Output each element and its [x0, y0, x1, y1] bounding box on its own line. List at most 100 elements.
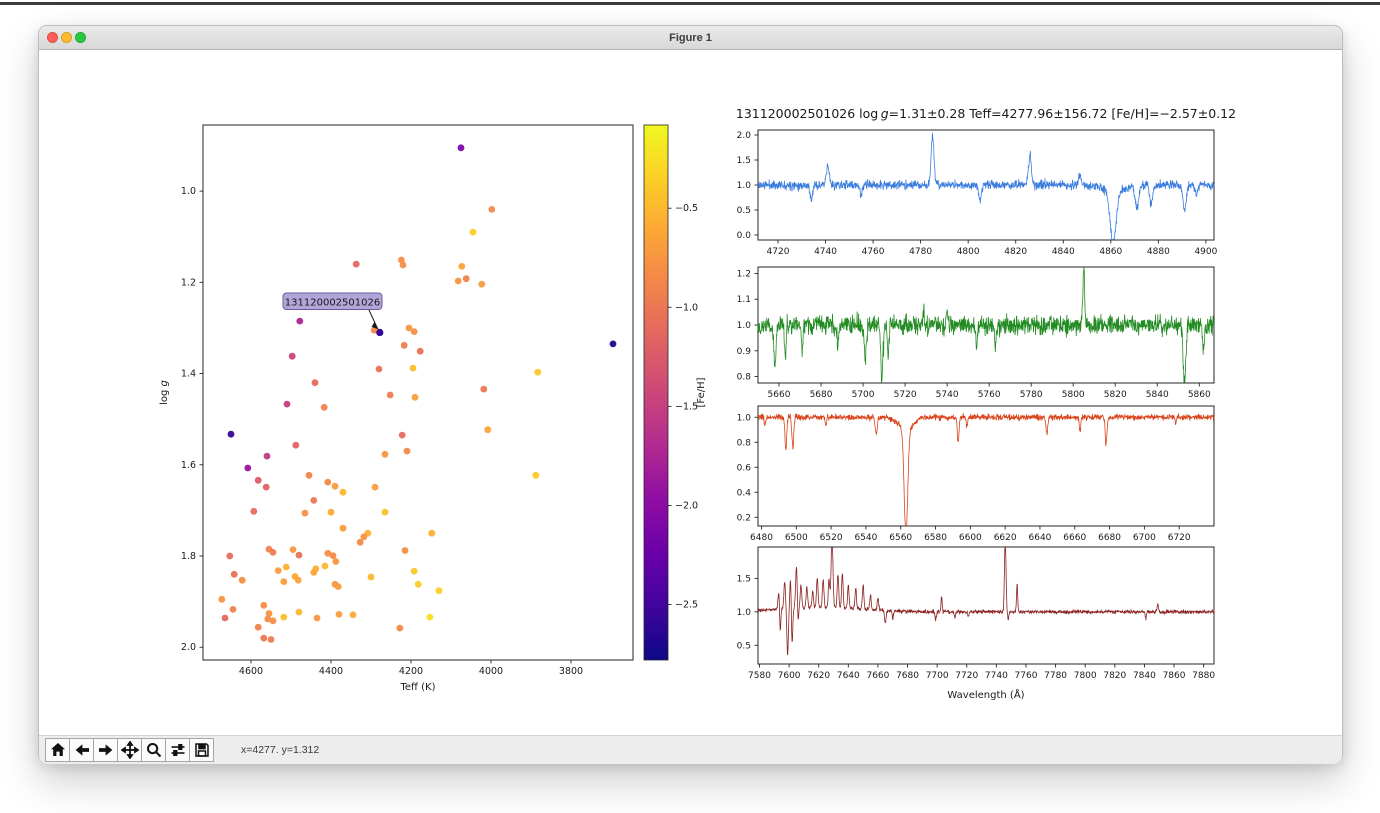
scatter-point[interactable]	[382, 451, 389, 458]
toolbar-home-button[interactable]	[45, 738, 70, 762]
scatter-point[interactable]	[480, 386, 487, 393]
scatter-point[interactable]	[270, 549, 277, 556]
scatter-point[interactable]	[264, 453, 271, 460]
scatter-point[interactable]	[330, 552, 337, 559]
scatter-point[interactable]	[336, 611, 343, 618]
scatter-point[interactable]	[458, 144, 465, 151]
scatter-point[interactable]	[231, 571, 238, 578]
toolbar-back-button[interactable]	[69, 738, 94, 762]
scatter-point[interactable]	[324, 479, 331, 486]
scatter-point[interactable]	[310, 497, 317, 504]
scatter-point[interactable]	[296, 318, 303, 325]
scatter-point[interactable]	[532, 472, 539, 479]
spectrum-red-axes[interactable]: 6480650065206540656065806600662066406660…	[737, 406, 1214, 543]
scatter-point[interactable]	[332, 483, 339, 490]
scatter-point[interactable]	[296, 609, 303, 616]
scatter-point[interactable]	[401, 342, 408, 349]
spectrum-blue-axes[interactable]: 4720474047604780480048204840486048804900…	[737, 130, 1218, 257]
scatter-point[interactable]	[400, 262, 407, 269]
scatter-point[interactable]	[226, 553, 233, 560]
scatter-point[interactable]	[332, 558, 339, 565]
scatter-point[interactable]	[410, 365, 417, 372]
scatter-point[interactable]	[402, 547, 409, 554]
scatter-point[interactable]	[321, 404, 328, 411]
toolbar-zoom-button[interactable]	[141, 738, 166, 762]
scatter-point[interactable]	[534, 369, 541, 376]
scatter-point[interactable]	[268, 636, 275, 643]
scatter-point[interactable]	[488, 206, 495, 213]
annotated-scatter-point[interactable]	[376, 329, 383, 336]
scatter-point[interactable]	[280, 578, 287, 585]
scatter-point[interactable]	[228, 431, 235, 438]
scatter-point[interactable]	[340, 525, 347, 532]
scatter-point[interactable]	[484, 426, 491, 433]
scatter-point[interactable]	[328, 509, 335, 516]
scatter-point[interactable]	[314, 615, 321, 622]
scatter-point[interactable]	[415, 581, 422, 588]
spectrum-darkred-axes[interactable]: 7580760076207640766076807700772077407760…	[737, 547, 1216, 701]
toolbar-subplots-button[interactable]	[165, 738, 190, 762]
toolbar-pan-button[interactable]	[117, 738, 142, 762]
scatter-point[interactable]	[353, 261, 360, 268]
scatter-point[interactable]	[284, 401, 291, 408]
scatter-point[interactable]	[270, 617, 277, 624]
scatter-point[interactable]	[387, 392, 394, 399]
scatter-point[interactable]	[455, 278, 462, 285]
scatter-point[interactable]	[296, 552, 303, 559]
scatter-point[interactable]	[290, 546, 297, 553]
titlebar[interactable]: Figure 1	[39, 26, 1342, 50]
scatter-point[interactable]	[306, 472, 313, 479]
hr-scatter-axes[interactable]: 460044004200400038001.01.21.41.61.82.0Te…	[159, 125, 633, 693]
scatter-point[interactable]	[289, 353, 296, 360]
scatter-point[interactable]	[295, 577, 302, 584]
scatter-point[interactable]	[260, 635, 267, 642]
scatter-point[interactable]	[255, 477, 262, 484]
scatter-point[interactable]	[280, 614, 287, 621]
scatter-point[interactable]	[312, 379, 319, 386]
scatter-point[interactable]	[310, 569, 317, 576]
scatter-point[interactable]	[368, 574, 375, 581]
scatter-point[interactable]	[244, 465, 251, 472]
scatter-point[interactable]	[250, 508, 257, 515]
scatter-point[interactable]	[260, 602, 267, 609]
scatter-point[interactable]	[372, 484, 379, 491]
scatter-point[interactable]	[411, 568, 418, 575]
figure-svg[interactable]: 460044004200400038001.01.21.41.61.82.0Te…	[39, 50, 1342, 735]
scatter-point[interactable]	[411, 328, 418, 335]
scatter-point[interactable]	[255, 624, 262, 631]
close-button[interactable]	[47, 32, 58, 43]
scatter-point[interactable]	[239, 577, 246, 584]
scatter-point[interactable]	[218, 596, 225, 603]
scatter-point[interactable]	[412, 394, 419, 401]
toolbar-save-button[interactable]	[189, 738, 214, 762]
scatter-point[interactable]	[275, 567, 282, 574]
scatter-point[interactable]	[458, 263, 465, 270]
scatter-point[interactable]	[350, 611, 357, 618]
toolbar-forward-button[interactable]	[93, 738, 118, 762]
spectrum-green-axes[interactable]: 5660568057005720574057605780580058205840…	[737, 267, 1214, 400]
figure-canvas[interactable]: 460044004200400038001.01.21.41.61.82.0Te…	[39, 50, 1342, 735]
scatter-point[interactable]	[263, 484, 270, 491]
scatter-point[interactable]	[292, 442, 299, 449]
scatter-point[interactable]	[322, 563, 329, 570]
minimize-button[interactable]	[61, 32, 72, 43]
scatter-point[interactable]	[436, 587, 443, 594]
scatter-point[interactable]	[340, 489, 347, 496]
scatter-point[interactable]	[230, 606, 237, 613]
scatter-point[interactable]	[376, 366, 383, 373]
scatter-point[interactable]	[478, 281, 485, 288]
scatter-point[interactable]	[222, 615, 229, 622]
scatter-point[interactable]	[610, 341, 617, 348]
scatter-point[interactable]	[396, 625, 403, 632]
scatter-point[interactable]	[399, 432, 406, 439]
scatter-point[interactable]	[360, 534, 367, 541]
scatter-point[interactable]	[426, 614, 433, 621]
scatter-point[interactable]	[428, 530, 435, 537]
scatter-point[interactable]	[283, 564, 290, 571]
scatter-point[interactable]	[382, 509, 389, 516]
zoom-window-button[interactable]	[75, 32, 86, 43]
scatter-point[interactable]	[470, 229, 477, 236]
scatter-point[interactable]	[463, 275, 470, 282]
scatter-point[interactable]	[302, 510, 309, 517]
scatter-point[interactable]	[417, 348, 424, 355]
